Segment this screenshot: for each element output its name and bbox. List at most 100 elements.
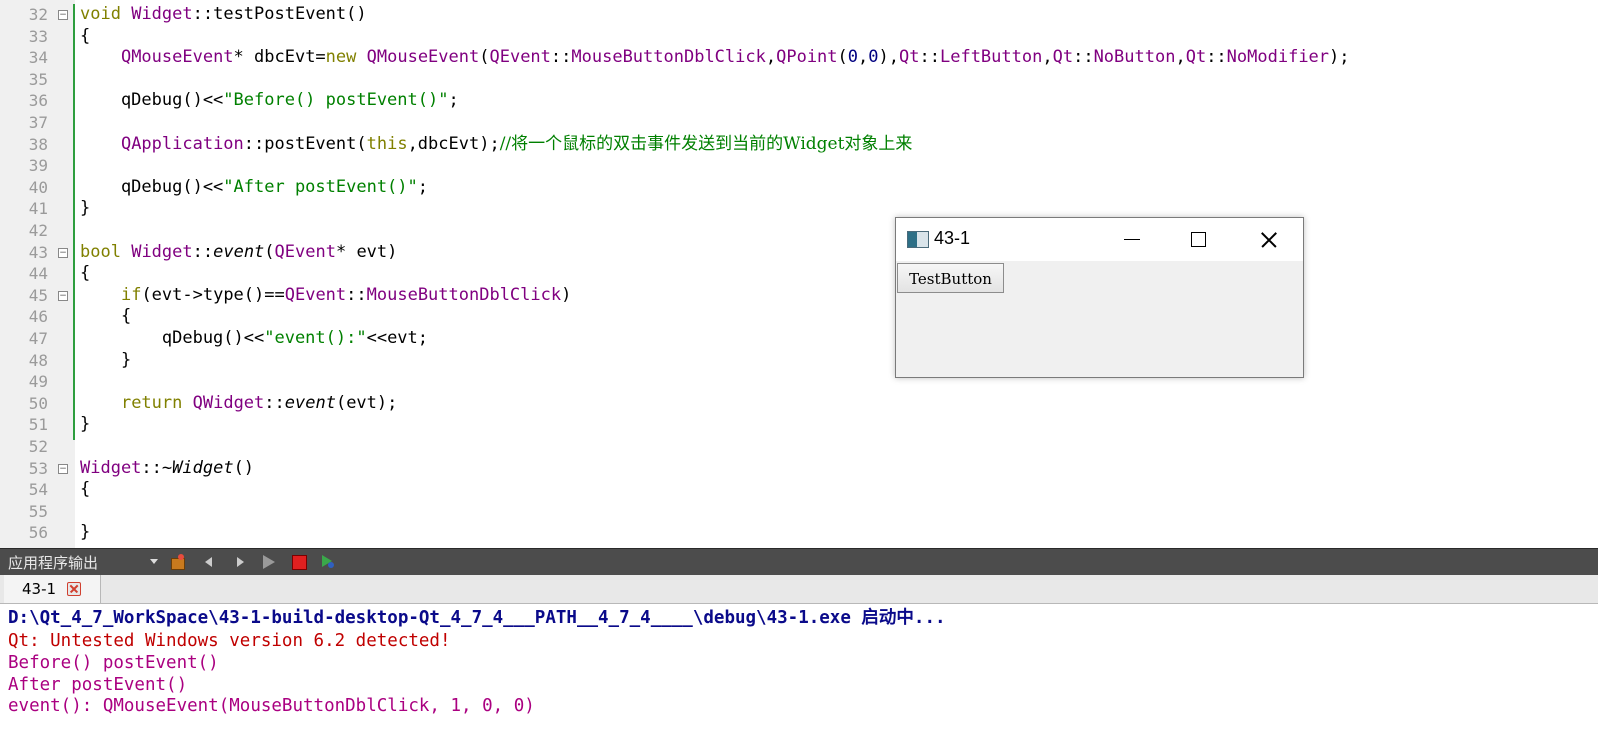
code-line: 56} — [0, 522, 1598, 544]
line-number: 32 — [28, 5, 48, 24]
code-token: return — [120, 392, 183, 413]
output-line: event(): QMouseEvent(MouseButtonDblClick… — [8, 696, 535, 716]
code-text: qDebug()<<"Before() postEvent()"; — [80, 90, 459, 112]
code-token: qDebug()<< — [80, 328, 265, 348]
code-line: 37 — [0, 112, 1598, 134]
code-token: NoModifier — [1226, 47, 1330, 68]
code-token: { — [80, 479, 91, 500]
code-token: MouseButtonDblClick — [571, 47, 766, 68]
output-tab-bar: 43-1 — [0, 575, 1598, 604]
next-item-icon[interactable] — [232, 554, 248, 570]
code-token: //将一个鼠标的双击事件发送到当前的Widget对象上来 — [499, 133, 913, 154]
line-number: 47 — [28, 329, 48, 348]
code-token: :: — [346, 284, 367, 305]
code-token: qDebug()<< — [80, 176, 224, 197]
attach-debugger-icon[interactable] — [320, 554, 336, 570]
code-token: LeftButton — [939, 47, 1043, 68]
line-number: 35 — [28, 69, 48, 89]
line-number: 36 — [28, 91, 48, 111]
code-token: * evt) — [335, 241, 398, 262]
code-line: 34 QMouseEvent* dbcEvt=new QMouseEvent(Q… — [0, 47, 1598, 69]
code-token: Qt — [899, 47, 920, 68]
code-text: { — [80, 263, 90, 285]
code-line: 33 { — [0, 26, 1598, 48]
code-token: ; — [448, 90, 459, 111]
output-pane-title[interactable]: 应用程序输出 — [8, 552, 98, 573]
line-number: 37 — [28, 113, 48, 132]
code-line: 41} — [0, 198, 1598, 220]
code-line: 50 return QWidget::event(evt); — [0, 393, 1598, 415]
code-text: Widget::~Widget() — [80, 458, 254, 480]
code-token: ( — [264, 241, 275, 262]
code-line: 55 — [0, 501, 1598, 523]
code-text: qDebug()<<"After postEvent()"; — [80, 177, 428, 199]
stop-icon[interactable] — [291, 554, 307, 570]
code-token: QEvent — [284, 284, 347, 305]
chevron-down-icon[interactable] — [150, 559, 158, 564]
code-token: void — [80, 4, 121, 24]
code-line: 48 } — [0, 350, 1598, 372]
line-number: 49 — [28, 372, 48, 392]
app-window-titlebar[interactable]: 43-1 — [896, 218, 1303, 261]
fold-toggle-icon[interactable]: − — [58, 247, 68, 258]
fold-toggle-icon[interactable]: − — [58, 463, 68, 474]
code-token: , — [1175, 47, 1186, 68]
line-number: 42 — [28, 221, 48, 240]
line-number: 40 — [28, 177, 48, 197]
code-token: QMouseEvent — [366, 47, 480, 68]
code-line: 32− void Widget::testPostEvent() — [0, 4, 1598, 26]
code-token: :: — [919, 47, 940, 68]
code-token: this — [366, 133, 408, 154]
application-output[interactable]: D:\Qt_4_7_WorkSpace\43-1-build-desktop-Q… — [0, 604, 1598, 740]
fold-toggle-icon[interactable]: − — [58, 10, 68, 20]
previous-item-icon[interactable] — [202, 554, 218, 570]
code-token: QEvent — [274, 241, 336, 262]
app-window[interactable]: 43-1 TestButton — [895, 217, 1304, 378]
code-text: } — [80, 522, 90, 544]
line-number: 38 — [28, 134, 48, 154]
line-number: 55 — [28, 501, 48, 521]
app-window-icon — [907, 231, 929, 248]
code-token: :: — [192, 241, 214, 262]
code-token: Qt — [1185, 47, 1207, 68]
line-number: 43 — [28, 242, 48, 262]
code-line: 46 { — [0, 306, 1598, 328]
code-token: ) — [561, 284, 572, 305]
code-token: if — [120, 284, 142, 305]
code-token: Widget — [131, 241, 193, 262]
clear-output-icon[interactable] — [170, 554, 186, 570]
close-icon[interactable] — [1237, 218, 1297, 261]
tab-43-1[interactable]: 43-1 — [4, 575, 101, 603]
code-text: { — [80, 26, 90, 48]
code-text: qDebug()<<"event():"<<evt; — [80, 328, 428, 350]
code-token: qDebug()<< — [80, 90, 224, 111]
code-token: 0 — [868, 47, 879, 68]
code-token: ( — [479, 47, 490, 68]
code-token: ,dbcEvt); — [407, 133, 500, 154]
rerun-icon[interactable] — [261, 554, 277, 570]
test-button[interactable]: TestButton — [897, 263, 1004, 293]
line-number: 56 — [28, 523, 48, 543]
fold-toggle-icon[interactable]: − — [58, 290, 68, 301]
code-token: <<evt; — [366, 328, 429, 348]
code-token: QApplication — [120, 133, 244, 154]
code-token: , — [765, 47, 777, 68]
code-token: bool — [80, 241, 121, 262]
code-line: 52 — [0, 436, 1598, 458]
code-token: Widget — [172, 457, 234, 478]
code-line: 49 — [0, 371, 1598, 393]
maximize-icon[interactable] — [1168, 218, 1228, 261]
output-toolbar: 应用程序输出 — [0, 548, 1598, 575]
close-tab-icon[interactable] — [67, 582, 81, 596]
code-editor[interactable]: 3132−void Widget::testPostEvent()33{34 Q… — [0, 0, 1598, 548]
line-number: 46 — [28, 307, 48, 327]
code-token: ::testPostEvent() — [192, 4, 367, 24]
code-line: 47 qDebug()<<"event():"<<evt; — [0, 328, 1598, 350]
minimize-icon[interactable] — [1101, 218, 1161, 261]
code-line: 38 QApplication::postEvent(this,dbcEvt);… — [0, 134, 1598, 156]
code-line: 45− if(evt->type()==QEvent::MouseButtonD… — [0, 285, 1598, 307]
code-token: :: — [1206, 47, 1227, 68]
